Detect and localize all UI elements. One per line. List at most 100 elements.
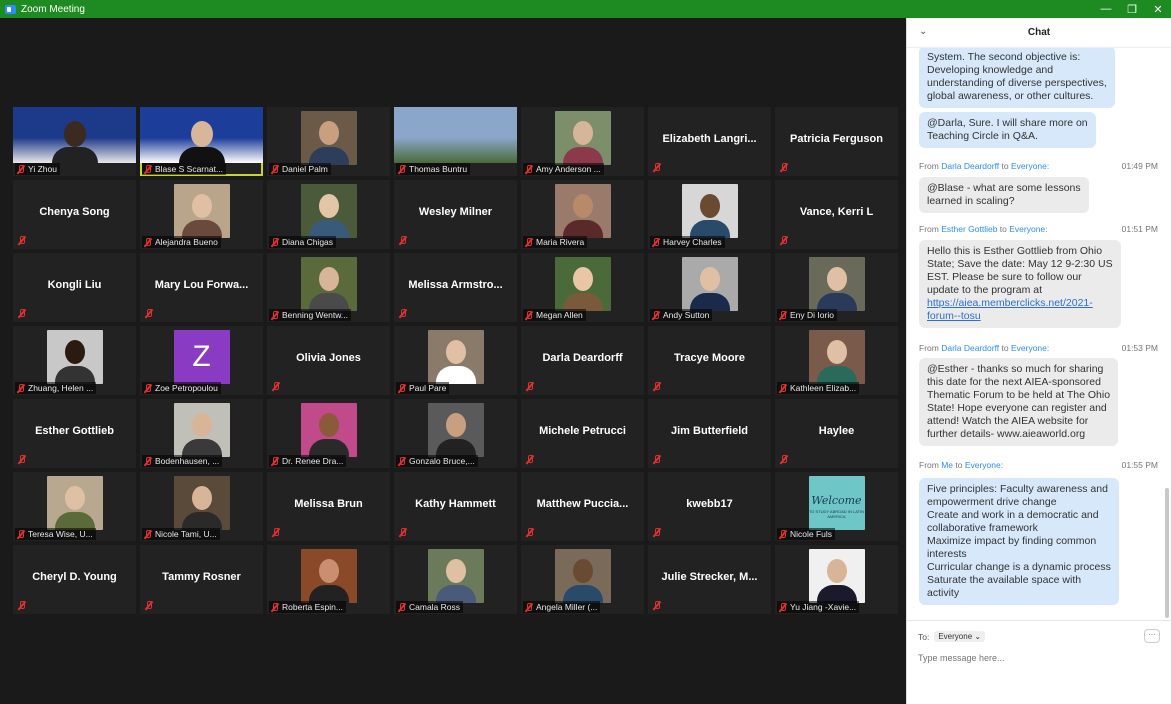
participant-tile[interactable]: Matthew Puccia... bbox=[521, 472, 644, 541]
participant-tile[interactable]: Dr. Renee Dra... bbox=[267, 399, 390, 468]
recipient-dropdown[interactable]: Everyone ⌄ bbox=[934, 631, 986, 642]
participant-tile[interactable]: kwebb17 bbox=[648, 472, 771, 541]
participant-tile[interactable]: Esther Gottlieb bbox=[13, 399, 136, 468]
muted-mic-icon bbox=[398, 602, 406, 612]
muted-mic-icon bbox=[144, 237, 152, 247]
message-sender: From Darla Deardorff to Everyone: bbox=[919, 161, 1049, 171]
participant-tile[interactable]: Alejandra Bueno bbox=[140, 180, 263, 249]
person-head bbox=[572, 194, 593, 218]
participant-tile[interactable]: Zhuang, Helen ... bbox=[13, 326, 136, 395]
close-button[interactable]: ✕ bbox=[1145, 3, 1171, 16]
participant-tile[interactable]: Melissa Brun bbox=[267, 472, 390, 541]
participant-tile[interactable]: Yu Jiang -Xavie... bbox=[775, 545, 898, 614]
participant-tile[interactable]: Melissa Armstro... bbox=[394, 253, 517, 322]
participant-label: Nicole Tami, U... bbox=[142, 528, 220, 540]
participant-video bbox=[808, 257, 865, 311]
participant-tile[interactable]: Darla Deardorff bbox=[521, 326, 644, 395]
participant-tile[interactable]: Nicole Tami, U... bbox=[140, 472, 263, 541]
participant-tile[interactable]: Michele Petrucci bbox=[521, 399, 644, 468]
sender-name[interactable]: Me bbox=[941, 460, 953, 470]
more-options-button[interactable]: ··· bbox=[1144, 629, 1160, 643]
muted-mic-icon bbox=[525, 237, 533, 247]
participant-name: Diana Chigas bbox=[282, 237, 334, 247]
participant-name: Jim Butterfield bbox=[670, 425, 748, 437]
to-word: to bbox=[999, 343, 1011, 353]
participant-tile[interactable]: Julie Strecker, M... bbox=[648, 545, 771, 614]
participant-tile[interactable]: Kongli Liu bbox=[13, 253, 136, 322]
participant-tile[interactable]: Wesley Milner bbox=[394, 180, 517, 249]
participant-tile[interactable]: Diana Chigas bbox=[267, 180, 390, 249]
muted-mic-icon bbox=[779, 529, 787, 539]
sender-name[interactable]: Darla Deardorff bbox=[941, 161, 999, 171]
video-gallery: Yi Zhou Blase S Scarnat... Daniel Palm Thom… bbox=[5, 18, 906, 704]
participant-tile[interactable]: Bodenhausen, ... bbox=[140, 399, 263, 468]
muted-mic-icon bbox=[271, 456, 279, 466]
participant-tile[interactable]: Gonzalo Bruce,... bbox=[394, 399, 517, 468]
participant-tile[interactable]: Patricia Ferguson bbox=[775, 107, 898, 176]
recipient-name[interactable]: Everyone: bbox=[1009, 224, 1047, 234]
person-head bbox=[826, 340, 847, 364]
participant-tile[interactable]: Mary Lou Forwa... bbox=[140, 253, 263, 322]
participant-tile[interactable]: Angela Miller (... bbox=[521, 545, 644, 614]
message-line: Developing knowledge and bbox=[927, 64, 1054, 76]
message-link[interactable]: https://aiea.memberclicks.net/2021- bbox=[927, 297, 1113, 310]
participant-tile[interactable]: Amy Anderson ... bbox=[521, 107, 644, 176]
participant-tile[interactable]: Teresa Wise, U... bbox=[13, 472, 136, 541]
participant-video bbox=[300, 403, 357, 457]
participant-tile[interactable]: Tracye Moore bbox=[648, 326, 771, 395]
participant-tile[interactable]: Yi Zhou bbox=[13, 107, 136, 176]
participant-tile[interactable]: Kathy Hammett bbox=[394, 472, 517, 541]
message-link[interactable]: forum--tosu bbox=[927, 310, 1113, 323]
muted-mic-icon bbox=[145, 309, 153, 318]
muted-mic-icon bbox=[779, 383, 787, 393]
recipient-name[interactable]: Everyone: bbox=[1011, 161, 1049, 171]
sender-name[interactable]: Darla Deardorff bbox=[941, 343, 999, 353]
participant-tile[interactable]: Camala Ross bbox=[394, 545, 517, 614]
participant-tile[interactable]: Kathleen Elizab... bbox=[775, 326, 898, 395]
participant-tile[interactable]: Megan Allen bbox=[521, 253, 644, 322]
message-line: further details- www.aieaworld.org bbox=[927, 428, 1086, 440]
participant-video bbox=[46, 476, 103, 530]
participant-tile[interactable]: Haylee bbox=[775, 399, 898, 468]
participant-tile[interactable]: Welcome TO STUDY ABROAD IN LATIN AMERICA N… bbox=[775, 472, 898, 541]
participant-tile[interactable]: Z Zoe Petropoulou bbox=[140, 326, 263, 395]
participant-label: Thomas Buntru bbox=[396, 163, 471, 175]
from-label: From bbox=[919, 343, 942, 353]
muted-mic-icon bbox=[271, 310, 279, 320]
participant-tile[interactable]: Vance, Kerri L bbox=[775, 180, 898, 249]
participant-tile[interactable]: Harvey Charles bbox=[648, 180, 771, 249]
participant-tile[interactable]: Paul Pare bbox=[394, 326, 517, 395]
participant-tile[interactable]: Benning Wentw... bbox=[267, 253, 390, 322]
chat-messages[interactable]: System. The second objective is: Developi… bbox=[907, 48, 1171, 620]
chat-scrollbar[interactable] bbox=[1165, 488, 1169, 618]
participant-tile[interactable]: Blase S Scarnat... bbox=[140, 107, 263, 176]
participant-tile[interactable]: Roberta Espin... bbox=[267, 545, 390, 614]
participant-tile[interactable]: Eny Di Iorio bbox=[775, 253, 898, 322]
participant-video bbox=[300, 549, 357, 603]
participant-tile[interactable]: Jim Butterfield bbox=[648, 399, 771, 468]
participant-name: Daniel Palm bbox=[282, 164, 328, 174]
participant-tile[interactable]: Maria Rivera bbox=[521, 180, 644, 249]
participant-tile[interactable]: Daniel Palm bbox=[267, 107, 390, 176]
muted-mic-icon bbox=[652, 237, 660, 247]
participant-tile[interactable]: Elizabeth Langri... bbox=[648, 107, 771, 176]
participant-tile[interactable]: Cheryl D. Young bbox=[13, 545, 136, 614]
muted-mic-icon bbox=[525, 310, 533, 320]
participant-tile[interactable]: Olivia Jones bbox=[267, 326, 390, 395]
participant-name: Camala Ross bbox=[409, 602, 461, 612]
minimize-button[interactable]: — bbox=[1093, 3, 1119, 15]
participant-label: Kathleen Elizab... bbox=[777, 382, 860, 394]
participant-tile[interactable]: Chenya Song bbox=[13, 180, 136, 249]
sender-name[interactable]: Esther Gottlieb bbox=[941, 224, 997, 234]
muted-mic-icon bbox=[399, 309, 407, 318]
message-line: Curricular change is a dynamic process bbox=[927, 561, 1111, 573]
participant-tile[interactable]: Tammy Rosner bbox=[140, 545, 263, 614]
participant-tile[interactable]: Andy Sutton bbox=[648, 253, 771, 322]
person-head bbox=[572, 559, 593, 583]
recipient-name[interactable]: Everyone: bbox=[965, 460, 1003, 470]
restore-button[interactable]: ❐ bbox=[1119, 3, 1145, 16]
message-time: 01:55 PM bbox=[1121, 460, 1158, 470]
recipient-name[interactable]: Everyone: bbox=[1011, 343, 1049, 353]
participant-tile[interactable]: Thomas Buntru bbox=[394, 107, 517, 176]
message-input[interactable] bbox=[918, 653, 1158, 663]
